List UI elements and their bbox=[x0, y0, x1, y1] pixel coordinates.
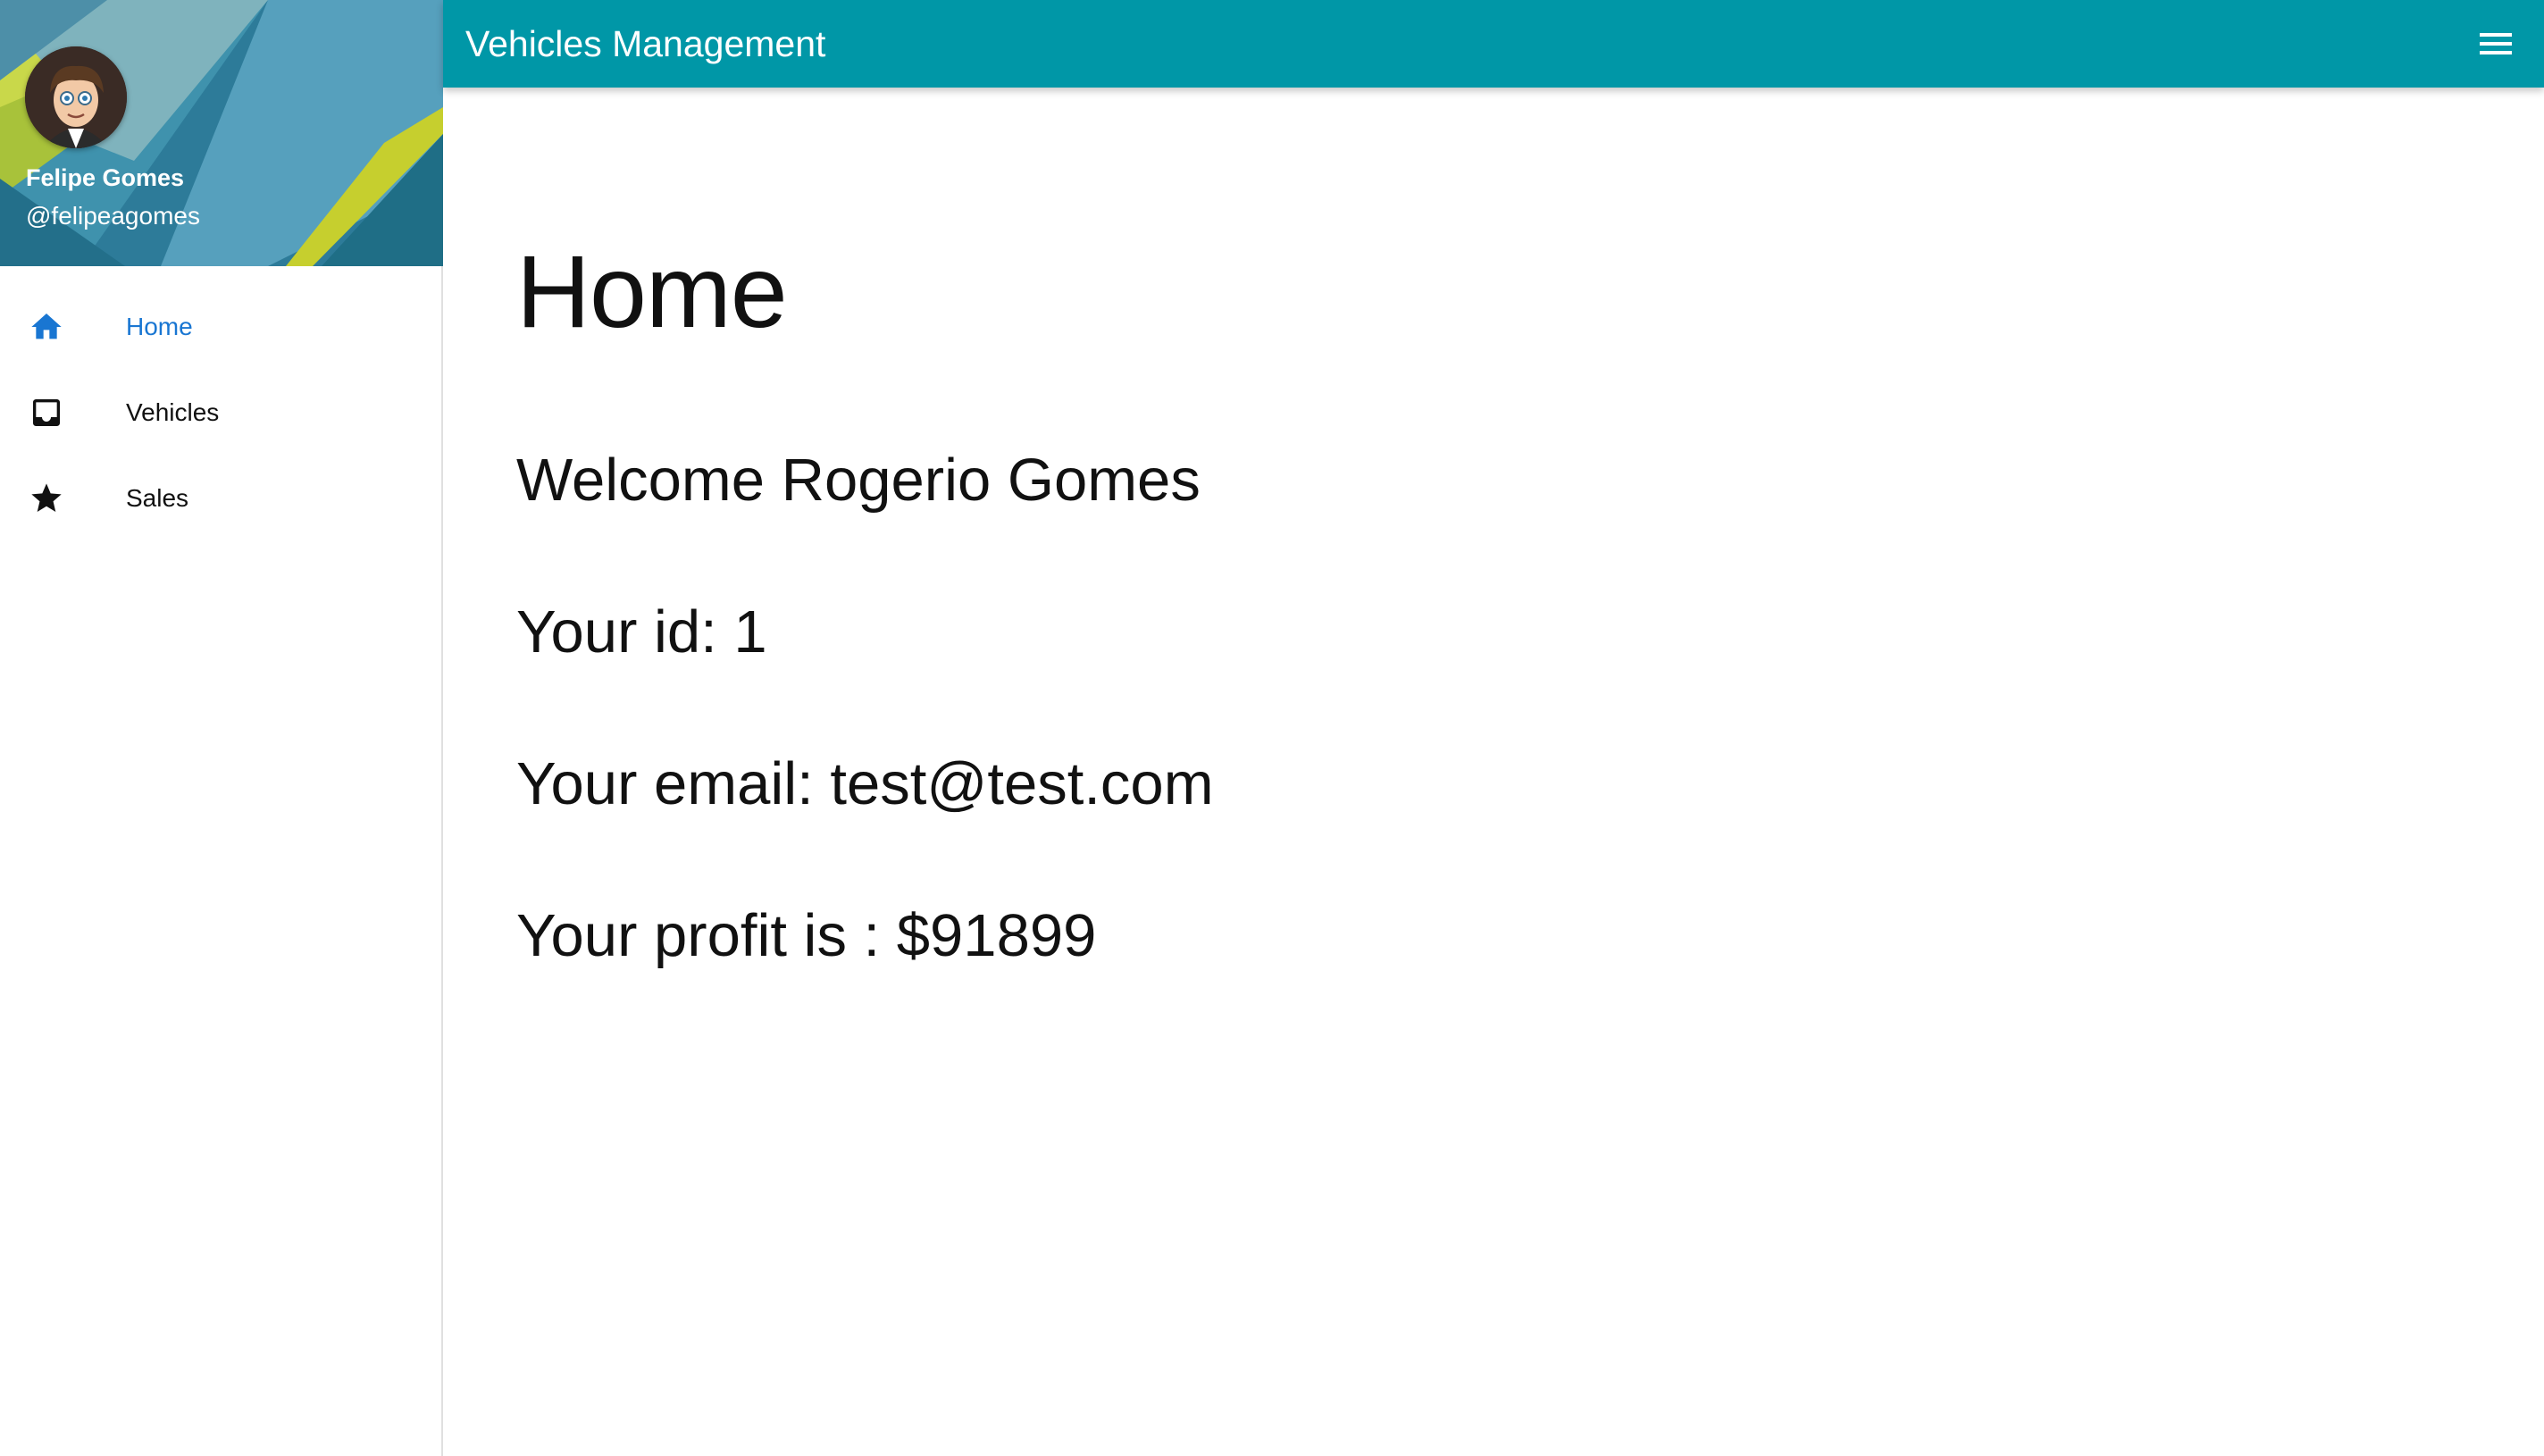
sidebar-nav: Home Vehicles Sales bbox=[0, 284, 441, 541]
sidebar: Felipe Gomes @felipeagomes Home Vehicles bbox=[0, 0, 443, 1456]
welcome-text: Welcome Rogerio Gomes bbox=[516, 447, 1201, 514]
sidebar-item-sales[interactable]: Sales bbox=[0, 456, 441, 541]
app-title: Vehicles Management bbox=[465, 23, 826, 64]
profile-header: Felipe Gomes @felipeagomes bbox=[0, 0, 443, 266]
inbox-icon bbox=[33, 399, 60, 426]
app-root: Felipe Gomes @felipeagomes Home Vehicles bbox=[0, 0, 2544, 1456]
sidebar-item-label: Vehicles bbox=[126, 398, 220, 426]
avatar[interactable] bbox=[25, 46, 127, 148]
sidebar-item-label: Sales bbox=[126, 484, 189, 512]
user-avatar bbox=[25, 46, 127, 148]
profile-handle: @felipeagomes bbox=[26, 202, 200, 230]
sidebar-item-label: Home bbox=[126, 313, 193, 340]
sidebar-item-home[interactable]: Home bbox=[0, 284, 441, 370]
user-id-text: Your id: 1 bbox=[516, 598, 767, 665]
page-title: Home bbox=[516, 235, 788, 349]
hamburger-menu-icon bbox=[2480, 33, 2512, 54]
sidebar-item-vehicles[interactable]: Vehicles bbox=[0, 370, 441, 456]
home-icon bbox=[31, 314, 62, 339]
star-icon bbox=[31, 483, 62, 512]
profile-name: Felipe Gomes bbox=[26, 164, 185, 191]
user-profit-text: Your profit is : $91899 bbox=[516, 902, 1097, 969]
app-bar: Vehicles Management bbox=[443, 0, 2544, 88]
menu-button[interactable] bbox=[2474, 22, 2517, 65]
user-email-text: Your email: test@test.com bbox=[516, 750, 1214, 817]
